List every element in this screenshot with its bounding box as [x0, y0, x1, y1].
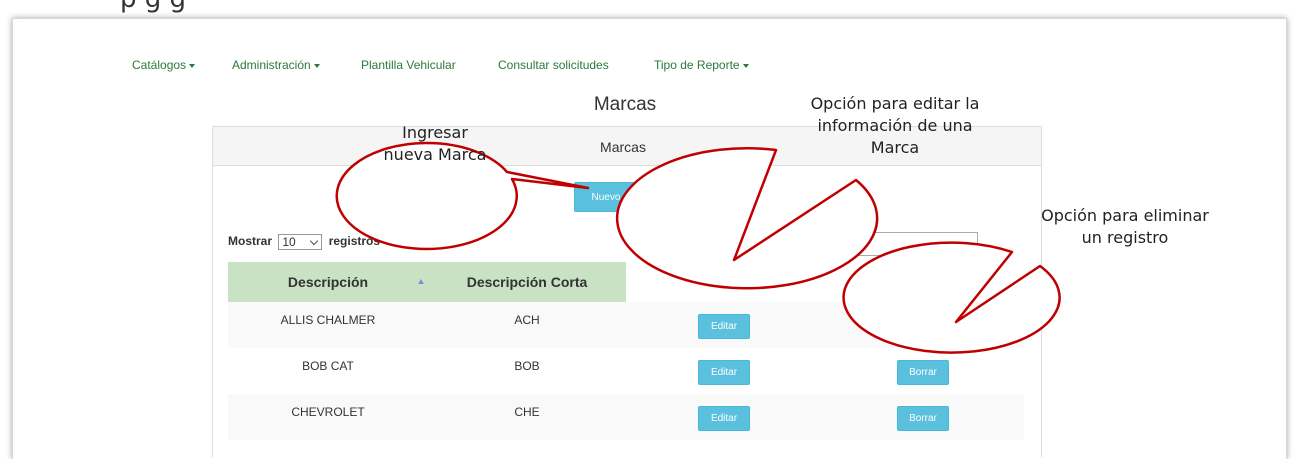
column-header-editar: Editar — [626, 262, 856, 302]
nav-label: Administración — [232, 58, 311, 72]
caret-down-icon — [742, 63, 749, 68]
nav-label: Catálogos — [132, 58, 187, 72]
search-input[interactable] — [858, 232, 978, 256]
cell-descripcion-corta: BOB — [514, 359, 540, 373]
page-length-select[interactable]: 10 — [278, 234, 323, 250]
edit-button[interactable]: Editar — [698, 314, 750, 339]
callout-line: información de una — [817, 116, 973, 135]
column-label: Descripción — [287, 274, 369, 290]
caret-down-icon — [189, 63, 196, 68]
nav-tipo-de-reporte[interactable]: Tipo de Reporte — [654, 58, 749, 72]
length-menu: Mostrar 10 registros — [228, 234, 380, 250]
delete-button[interactable]: Borrar — [897, 360, 949, 385]
delete-button[interactable]: Borrar — [897, 314, 949, 339]
chevron-down-icon — [310, 236, 319, 246]
callout-delete-text: Opción para eliminar un registro — [1010, 205, 1240, 249]
table-row: BOB CAT BOB Editar Borrar — [228, 348, 1024, 394]
cell-descripcion-corta: CHE — [514, 405, 540, 419]
nav-catalogos[interactable]: Catálogos — [132, 58, 196, 72]
length-prefix: Mostrar — [228, 234, 273, 249]
callout-line: Opción para editar la — [810, 94, 980, 113]
page-title: Marcas — [593, 94, 657, 115]
caption-fragment: p g g — [120, 0, 186, 14]
nav-plantilla-vehicular[interactable]: Plantilla Vehicular — [361, 58, 456, 72]
callout-line: Opción para eliminar — [1041, 206, 1209, 225]
table-header: Descripción Descripción Corta Editar Bor… — [228, 262, 1024, 304]
column-header-borrar: Borrar — [856, 262, 1024, 302]
page-length-value: 10 — [282, 235, 296, 249]
nav-consultar-solicitudes[interactable]: Consultar solicitudes — [498, 58, 609, 72]
nav-label: Consultar solicitudes — [498, 58, 609, 72]
nav-label: Plantilla Vehicular — [361, 58, 456, 72]
caret-down-icon — [313, 63, 320, 68]
edit-button[interactable]: Editar — [698, 406, 750, 431]
table-row: ALLIS CHALMER ACH Editar Borrar — [228, 302, 1024, 348]
table-row: CHEVROLET CHE Editar Borrar — [228, 394, 1024, 440]
nav-label: Tipo de Reporte — [654, 58, 740, 72]
panel-title: Marcas — [600, 139, 646, 155]
callout-line: nueva Marca — [383, 145, 487, 164]
edit-button[interactable]: Editar — [698, 360, 750, 385]
cell-descripcion: CHEVROLET — [291, 405, 365, 419]
cell-descripcion: BOB CAT — [302, 359, 354, 373]
top-navbar: Catálogos Administración Plantilla Vehic… — [0, 58, 1302, 78]
sort-ascending-icon — [418, 279, 424, 284]
column-header-descripcion-corta[interactable]: Descripción Corta — [428, 262, 626, 302]
column-header-descripcion[interactable]: Descripción — [228, 262, 428, 302]
column-label: Descripción Corta — [466, 274, 588, 290]
callout-edit-text: Opción para editar la información de una… — [780, 93, 1010, 159]
search-label: Buscar: — [808, 237, 853, 251]
column-label: Borrar — [918, 274, 962, 290]
callout-line: Ingresar — [402, 123, 468, 142]
callout-new-text: Ingresar nueva Marca — [355, 122, 515, 166]
cell-descripcion-corta: ACH — [514, 313, 540, 327]
caption-strip: p g g — [0, 0, 1302, 14]
new-record-button[interactable]: Nuevo Registro — [574, 182, 678, 212]
cell-descripcion: ALLIS CHALMER — [280, 313, 376, 327]
column-label: Editar — [721, 274, 761, 290]
callout-line: un registro — [1081, 228, 1169, 247]
length-suffix: registros — [328, 234, 381, 249]
callout-line: Marca — [870, 138, 920, 157]
nav-administracion[interactable]: Administración — [232, 58, 320, 72]
delete-button[interactable]: Borrar — [897, 406, 949, 431]
